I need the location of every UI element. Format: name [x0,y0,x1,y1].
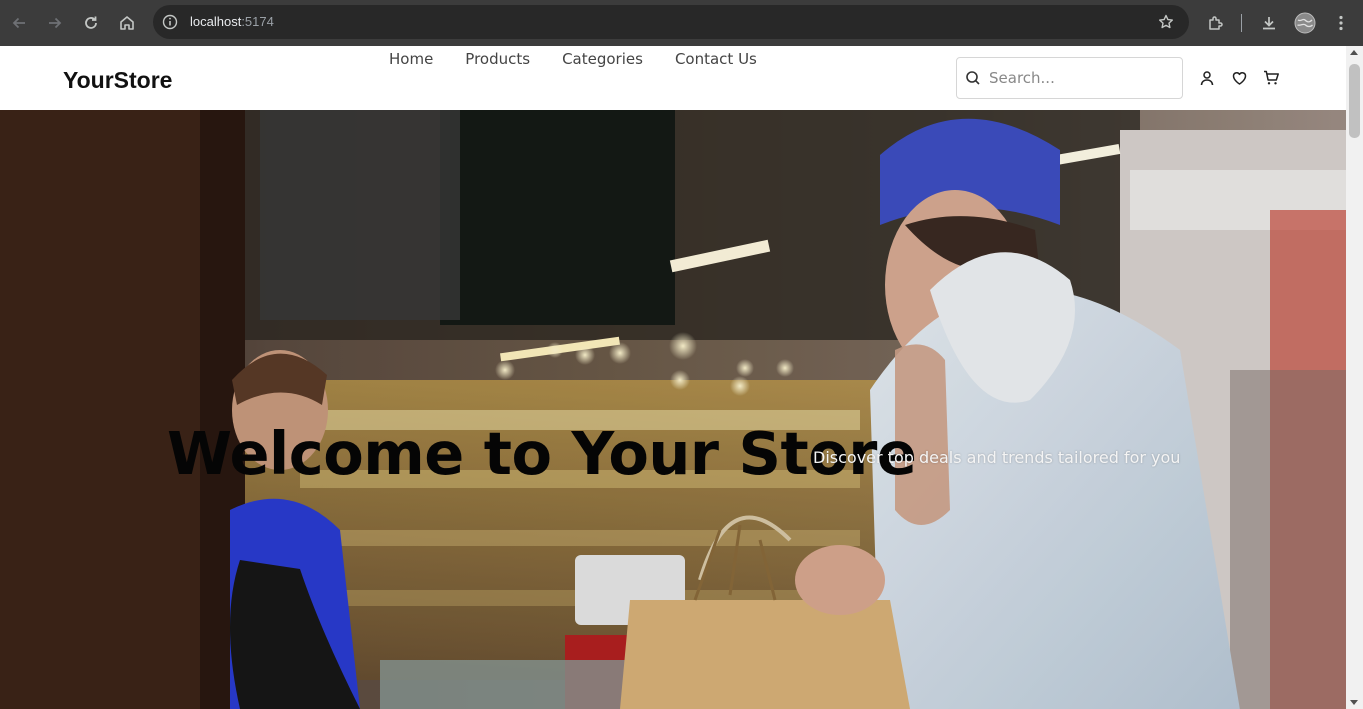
hero-subtitle: Discover top deals and trends tailored f… [813,448,1181,467]
reload-icon[interactable] [79,11,103,35]
site-info-icon[interactable] [161,13,179,31]
back-icon[interactable] [7,11,31,35]
url-host: localhost [190,14,242,29]
hero-background-image [0,110,1346,709]
brand-logo[interactable]: YourStore [63,67,172,94]
bookmark-star-icon[interactable] [1157,13,1175,31]
scroll-up-icon[interactable] [1350,50,1358,55]
profile-avatar-icon[interactable] [1293,11,1317,35]
hero-banner: Welcome to Your Store Discover top deals… [0,110,1346,709]
home-icon[interactable] [115,11,139,35]
download-icon[interactable] [1257,11,1281,35]
address-bar[interactable]: localhost:5174 [153,5,1189,39]
scrollbar-thumb[interactable] [1349,64,1360,138]
nav-contact-us[interactable]: Contact Us [675,49,757,69]
page-scrollbar[interactable] [1346,46,1363,709]
search-icon [965,70,981,86]
cart-icon[interactable] [1262,69,1280,87]
extensions-icon[interactable] [1204,11,1228,35]
url-port: :5174 [241,14,274,29]
toolbar-divider [1241,14,1242,32]
browser-toolbar: localhost:5174 [0,0,1363,46]
page-viewport: YourStore Home Products Categories Conta… [0,46,1346,709]
menu-kebab-icon[interactable] [1329,11,1353,35]
search-input[interactable] [989,67,1174,89]
search-box[interactable] [956,57,1183,99]
url-text[interactable]: localhost:5174 [190,13,274,31]
nav-home[interactable]: Home [389,49,433,69]
heart-icon[interactable] [1230,69,1248,87]
main-nav: Home Products Categories Contact Us [389,49,757,69]
nav-categories[interactable]: Categories [562,49,643,69]
nav-products[interactable]: Products [465,49,530,69]
user-icon[interactable] [1198,69,1216,87]
scroll-down-icon[interactable] [1350,700,1358,705]
site-header: YourStore Home Products Categories Conta… [0,46,1346,110]
hero-title: Welcome to Your Store [167,419,917,488]
forward-icon[interactable] [43,11,67,35]
